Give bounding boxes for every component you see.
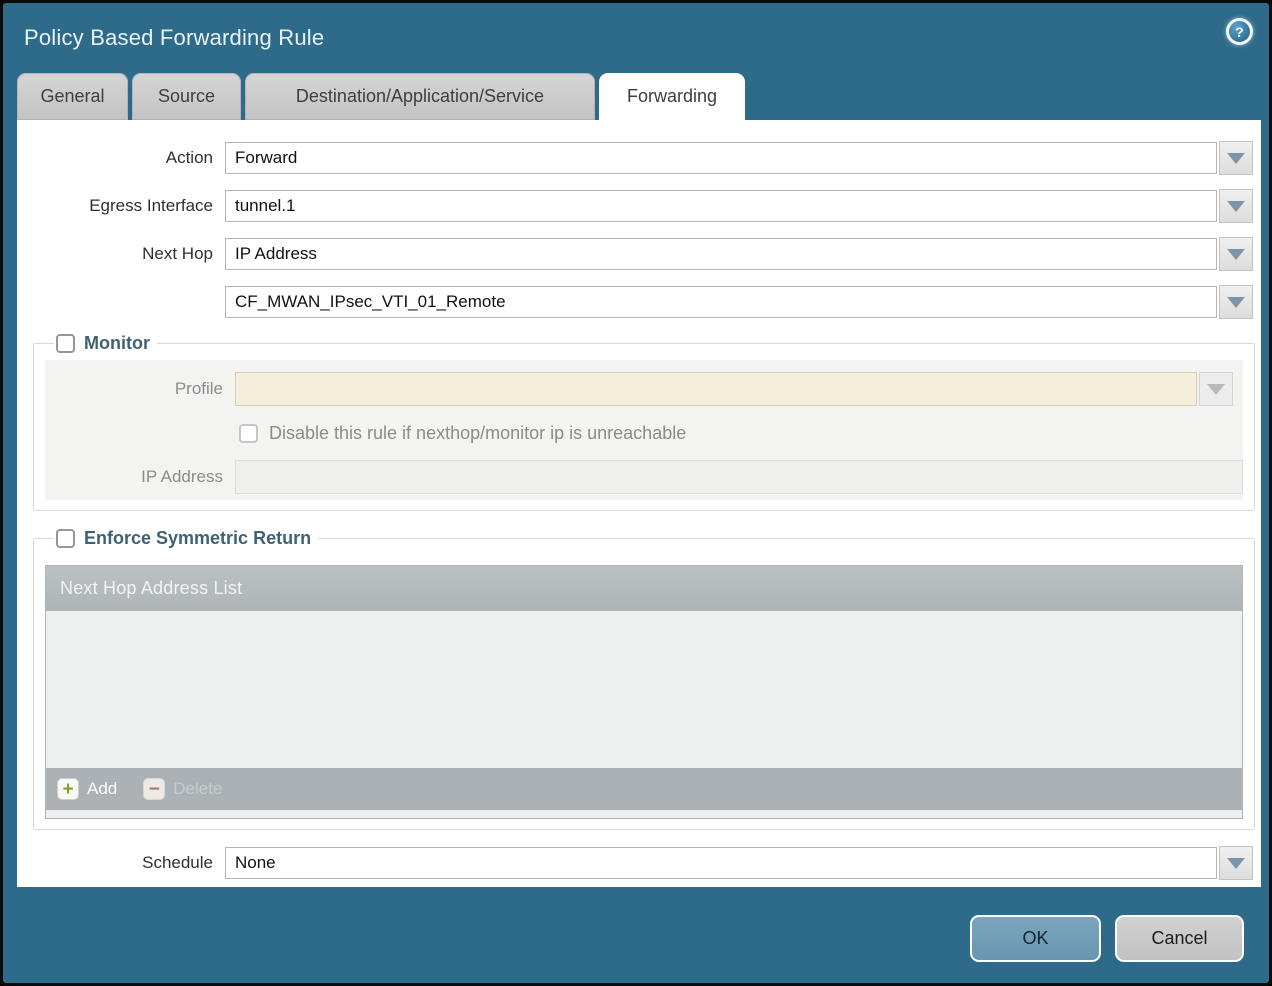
chevron-down-icon <box>1227 249 1245 260</box>
next-hop-address-select[interactable]: CF_MWAN_IPsec_VTI_01_Remote <box>225 286 1217 318</box>
monitor-ip-address-row: IP Address <box>45 460 1243 494</box>
tab-forwarding[interactable]: Forwarding <box>599 73 745 120</box>
egress-interface-row: Egress Interface tunnel.1 <box>17 189 1261 223</box>
cancel-button[interactable]: Cancel <box>1115 915 1244 962</box>
chevron-down-icon <box>1227 858 1245 869</box>
schedule-label: Schedule <box>17 853 225 873</box>
add-plus-icon: + <box>57 778 79 800</box>
add-button-label: Add <box>87 779 117 799</box>
profile-row: Profile <box>45 372 1243 406</box>
enforce-symmetric-return-legend: Enforce Symmetric Return <box>54 528 318 549</box>
dialog-titlebar: Policy Based Forwarding Rule ? <box>3 3 1269 73</box>
monitor-legend: Monitor <box>54 333 157 354</box>
action-dropdown-button[interactable] <box>1219 141 1253 175</box>
egress-interface-dropdown-button[interactable] <box>1219 189 1253 223</box>
enforce-symmetric-return-title: Enforce Symmetric Return <box>84 528 311 549</box>
tab-source-label: Source <box>158 86 215 107</box>
action-label: Action <box>17 148 225 168</box>
chevron-down-icon <box>1227 201 1245 212</box>
egress-interface-label: Egress Interface <box>17 196 225 216</box>
next-hop-address-list-header: Next Hop Address List <box>46 566 1242 611</box>
forwarding-tab-panel: Action Forward Egress Interface tunnel.1… <box>17 120 1261 887</box>
tab-general[interactable]: General <box>17 73 128 120</box>
dialog-title: Policy Based Forwarding Rule <box>24 25 324 51</box>
disable-rule-row: Disable this rule if nexthop/monitor ip … <box>45 423 1243 444</box>
help-icon[interactable]: ? <box>1226 18 1253 45</box>
disable-rule-label: Disable this rule if nexthop/monitor ip … <box>269 423 686 444</box>
chevron-down-icon <box>1227 153 1245 164</box>
schedule-dropdown-button[interactable] <box>1219 846 1253 880</box>
next-hop-value-row: CF_MWAN_IPsec_VTI_01_Remote <box>17 285 1261 319</box>
tab-bar: General Source Destination/Application/S… <box>3 73 1269 120</box>
next-hop-address-dropdown-button[interactable] <box>1219 285 1253 319</box>
profile-label: Profile <box>45 379 235 399</box>
egress-interface-select[interactable]: tunnel.1 <box>225 190 1217 222</box>
profile-dropdown-button <box>1199 372 1233 406</box>
delete-button-label: Delete <box>173 779 222 799</box>
tab-forwarding-label: Forwarding <box>627 86 717 107</box>
add-button[interactable]: + Add <box>57 778 117 800</box>
delete-button: − Delete <box>143 778 222 800</box>
schedule-select[interactable]: None <box>225 847 1217 879</box>
action-row: Action Forward <box>17 141 1261 175</box>
tab-destination-application-service[interactable]: Destination/Application/Service <box>245 73 595 120</box>
ok-button-label: OK <box>1022 928 1048 949</box>
enforce-symmetric-return-section: Enforce Symmetric Return Next Hop Addres… <box>33 528 1255 830</box>
next-hop-address-list-toolbar: + Add − Delete <box>46 768 1242 810</box>
next-hop-address-list-header-label: Next Hop Address List <box>60 578 242 599</box>
enforce-symmetric-return-checkbox[interactable] <box>56 529 75 548</box>
next-hop-dropdown-button[interactable] <box>1219 237 1253 271</box>
cancel-button-label: Cancel <box>1151 928 1207 949</box>
tab-general-label: General <box>40 86 104 107</box>
next-hop-row: Next Hop IP Address <box>17 237 1261 271</box>
chevron-down-icon <box>1207 384 1225 395</box>
action-select[interactable]: Forward <box>225 142 1217 174</box>
disable-rule-checkbox <box>239 424 258 443</box>
next-hop-address-list-table: Next Hop Address List + Add − Delete <box>45 565 1243 819</box>
schedule-row: Schedule None <box>17 846 1261 880</box>
next-hop-select[interactable]: IP Address <box>225 238 1217 270</box>
monitor-title: Monitor <box>84 333 150 354</box>
ok-button[interactable]: OK <box>970 915 1101 962</box>
monitor-section: Monitor Profile Disable this rule if nex… <box>33 333 1255 511</box>
monitor-ip-address-label: IP Address <box>45 467 235 487</box>
profile-select <box>235 372 1197 406</box>
delete-minus-icon: − <box>143 778 165 800</box>
chevron-down-icon <box>1227 297 1245 308</box>
monitor-ip-address-input <box>235 460 1243 494</box>
tab-source[interactable]: Source <box>132 73 241 120</box>
next-hop-label: Next Hop <box>17 244 225 264</box>
pbf-rule-dialog: Policy Based Forwarding Rule ? General S… <box>0 0 1272 986</box>
monitor-panel: Profile Disable this rule if nexthop/mon… <box>45 360 1243 500</box>
tab-destination-application-service-label: Destination/Application/Service <box>296 86 544 107</box>
monitor-checkbox[interactable] <box>56 334 75 353</box>
help-icon-glyph: ? <box>1235 24 1244 40</box>
next-hop-address-list-body <box>46 611 1242 768</box>
